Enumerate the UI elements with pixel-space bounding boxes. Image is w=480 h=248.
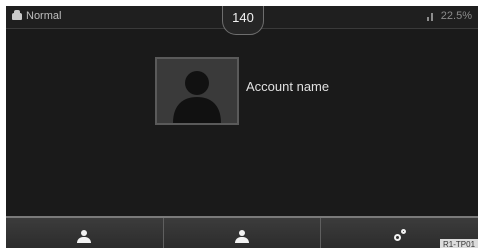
status-right: 22.5% (426, 10, 472, 22)
person-key-icon (391, 228, 409, 244)
battery-level: 22.5% (440, 10, 472, 22)
image-code-badge: R1-TP01 (440, 239, 478, 248)
user-button[interactable] (6, 218, 164, 248)
mode-label: Normal (26, 10, 62, 22)
person-icon (76, 230, 92, 244)
user-profile-button[interactable] (164, 218, 322, 248)
user-key-button[interactable]: R1-TP01 (321, 218, 478, 248)
person-silhouette-icon (157, 59, 237, 123)
avatar[interactable] (155, 57, 239, 125)
person-icon (234, 230, 250, 244)
infotainment-screen: Normal 22.5% 140 Account name R1-TP01 (6, 6, 478, 248)
signal-icon (426, 12, 435, 21)
car-icon (12, 9, 22, 20)
clock[interactable]: 140 (222, 6, 264, 35)
account-name: Account name (246, 79, 330, 94)
mode-indicator[interactable]: Normal (12, 9, 62, 22)
bottom-bar: R1-TP01 (6, 216, 478, 248)
